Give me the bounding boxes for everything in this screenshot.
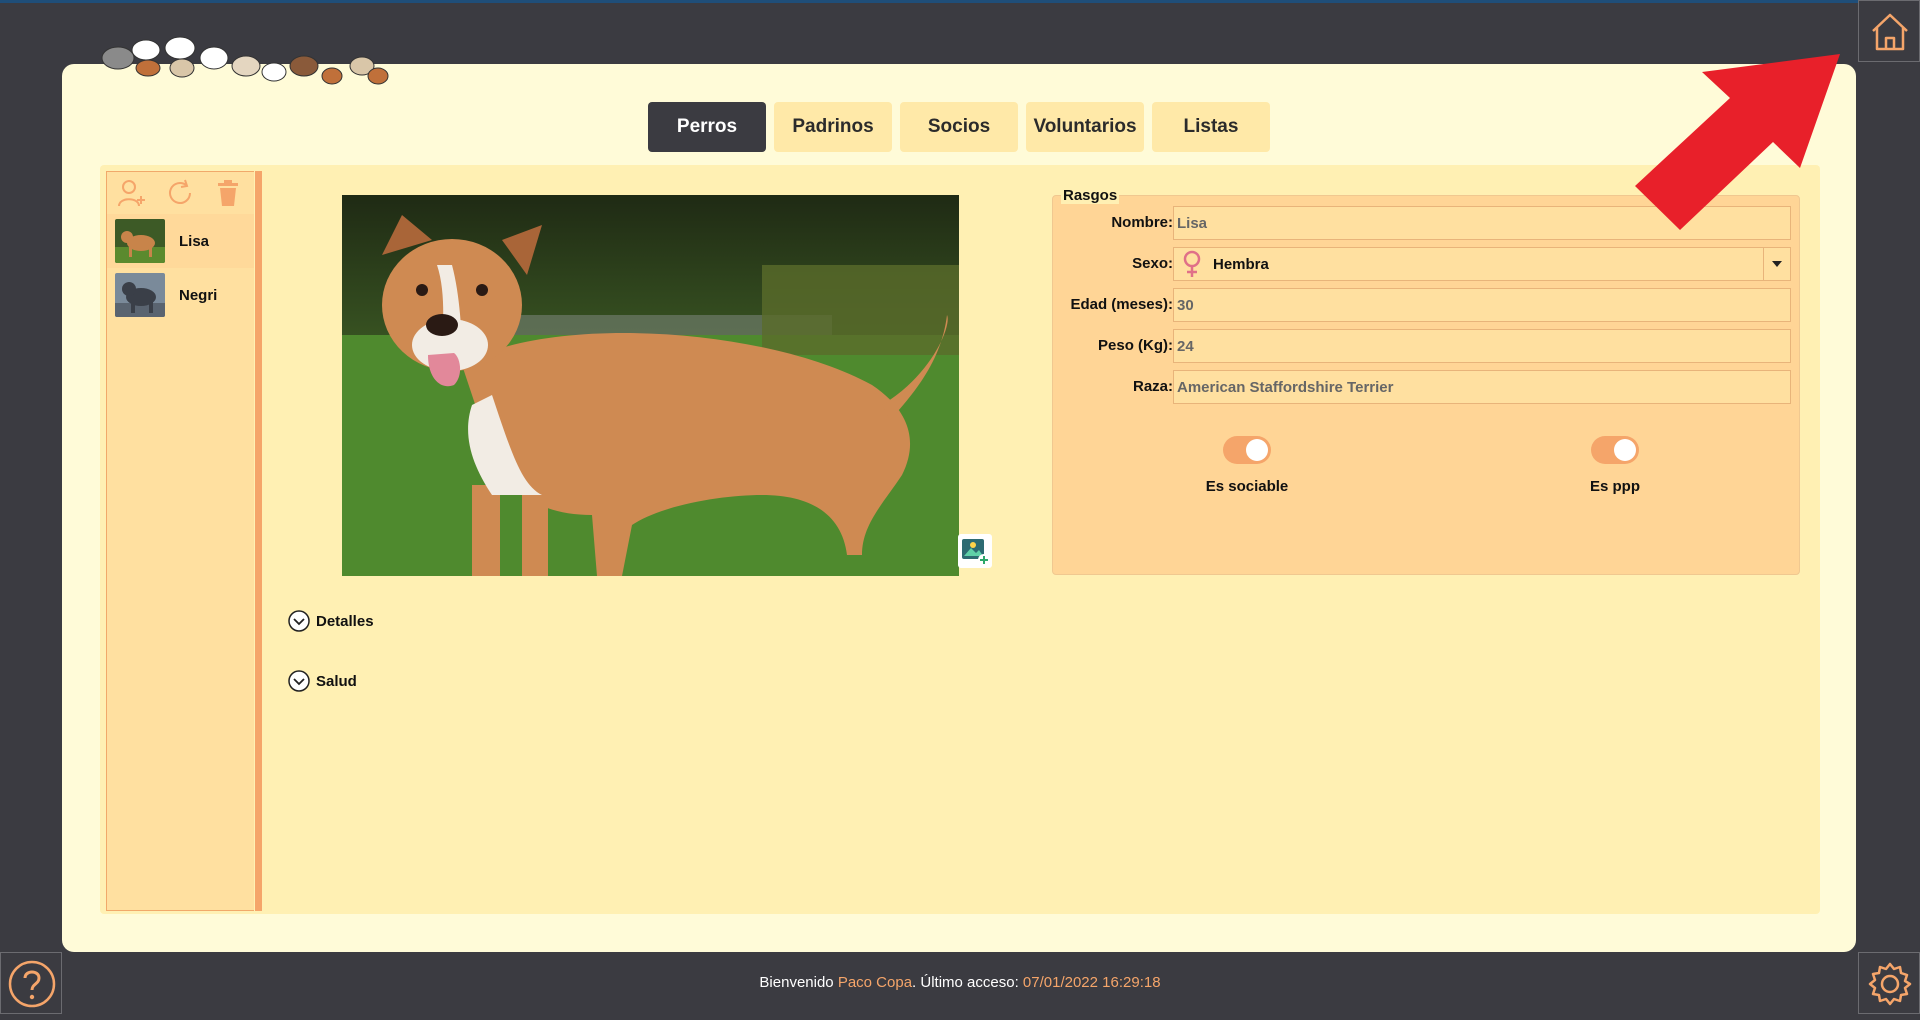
row-sexo: Sexo: Hembra xyxy=(1053,245,1799,283)
status-middle: . Último acceso: xyxy=(912,974,1023,991)
peso-label: Peso (Kg): xyxy=(1098,337,1173,354)
dog-thumbnail xyxy=(115,273,165,317)
status-prefix: Bienvenido xyxy=(759,974,838,991)
row-edad: Edad (meses): 30 xyxy=(1053,286,1799,324)
ppp-label: Es ppp xyxy=(1589,478,1640,495)
rasgos-legend: Rasgos xyxy=(1061,187,1120,204)
refresh-icon[interactable] xyxy=(165,178,195,208)
add-user-icon[interactable] xyxy=(117,178,147,208)
dog-list-item-lisa[interactable]: Lisa xyxy=(107,214,254,268)
sociable-toggle-group: Es sociable xyxy=(1167,436,1327,495)
salud-label: Salud xyxy=(316,672,357,690)
tab-voluntarios[interactable]: Voluntarios xyxy=(1026,102,1144,152)
tab-perros[interactable]: Perros xyxy=(648,102,766,152)
main-tabs: Perros Padrinos Socios Voluntarios Listas xyxy=(648,102,1270,152)
content-panel: Lisa Negri Rasgos Nombre: Lisa Sexo: Hem… xyxy=(100,165,1820,914)
raza-field[interactable]: American Staffordshire Terrier xyxy=(1173,370,1791,404)
nombre-label: Nombre: xyxy=(1111,214,1173,231)
sexo-select[interactable]: Hembra xyxy=(1173,247,1791,281)
edad-field[interactable]: 30 xyxy=(1173,288,1791,322)
chevron-down-circle-icon xyxy=(288,670,310,692)
sociable-toggle[interactable] xyxy=(1223,436,1271,464)
raza-label: Raza: xyxy=(1132,378,1173,395)
row-peso: Peso (Kg): 24 xyxy=(1053,327,1799,365)
female-icon xyxy=(1183,250,1201,277)
tab-listas[interactable]: Listas xyxy=(1152,102,1270,152)
toggle-knob xyxy=(1246,439,1268,461)
rasgos-panel: Rasgos Nombre: Lisa Sexo: Hembra Edad (m… xyxy=(1052,187,1800,575)
dog-thumbnail xyxy=(115,219,165,263)
dogs-logo xyxy=(101,36,389,85)
chevron-down-circle-icon xyxy=(288,610,310,632)
sexo-label: Sexo: xyxy=(1132,255,1173,272)
ppp-toggle-group: Es ppp xyxy=(1535,436,1695,495)
sidebar-splitter[interactable] xyxy=(255,171,262,911)
status-user: Paco Copa xyxy=(837,974,913,991)
add-photo-icon[interactable] xyxy=(958,534,992,568)
sexo-value: Hembra xyxy=(1213,255,1269,273)
sidebar-toolbar xyxy=(117,178,243,208)
dog-name: Lisa xyxy=(179,232,210,250)
row-raza: Raza: American Staffordshire Terrier xyxy=(1053,368,1799,406)
detalles-expander[interactable]: Detalles xyxy=(288,610,374,632)
dog-photo xyxy=(342,195,959,576)
chevron-down-icon[interactable] xyxy=(1763,248,1790,280)
peso-field[interactable]: 24 xyxy=(1173,329,1791,363)
status-bar: Bienvenido Paco Copa. Último acceso: 07/… xyxy=(0,974,1920,991)
window-top-border xyxy=(0,0,1920,3)
tab-padrinos[interactable]: Padrinos xyxy=(774,102,892,152)
edad-label: Edad (meses): xyxy=(1070,296,1173,313)
dog-list-sidebar: Lisa Negri xyxy=(106,171,254,911)
status-last-access: 07/01/2022 16:29:18 xyxy=(1022,974,1161,991)
detalles-label: Detalles xyxy=(316,612,374,630)
sociable-label: Es sociable xyxy=(1205,478,1289,495)
toggle-knob xyxy=(1614,439,1636,461)
dog-list-item-negri[interactable]: Negri xyxy=(107,268,254,322)
dog-name: Negri xyxy=(179,286,218,304)
tab-socios[interactable]: Socios xyxy=(900,102,1018,152)
salud-expander[interactable]: Salud xyxy=(288,670,357,692)
trash-icon[interactable] xyxy=(213,178,243,208)
ppp-toggle[interactable] xyxy=(1591,436,1639,464)
annotation-arrow xyxy=(1635,54,1840,230)
